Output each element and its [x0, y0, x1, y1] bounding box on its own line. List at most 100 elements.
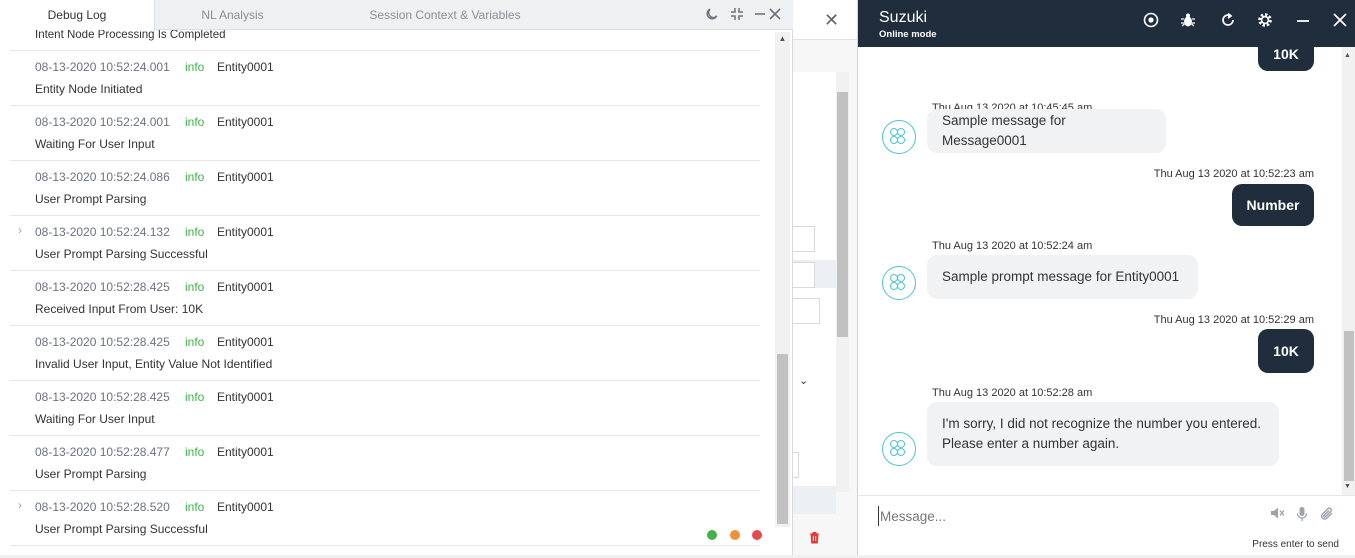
status-dot-green[interactable]: [707, 530, 717, 540]
log-timestamp: 08-13-2020 10:52:24.001: [35, 115, 170, 129]
speaker-mute-icon[interactable]: [1270, 506, 1285, 523]
bot-name: Suzuki: [879, 9, 928, 26]
avatar-dot: [897, 136, 905, 144]
log-message: User Prompt Parsing Successful: [35, 247, 208, 261]
log-node: Entity0001: [217, 335, 274, 349]
log-timestamp: 08-13-2020 10:52:28.425: [35, 335, 170, 349]
debug-scrollbar[interactable]: ▲: [775, 32, 790, 527]
log-message: Entity Node Initiated: [35, 82, 143, 96]
minimize-icon[interactable]: [1292, 12, 1314, 34]
chat-scroll-thumb[interactable]: [1344, 331, 1354, 481]
background-window-header: ✕: [793, 0, 857, 40]
chat-window: Suzuki Online mode 10K Thu Aug 13 2020 at…: [857, 0, 1355, 555]
bot-message-bubble: I'm sorry, I did not recognize the numbe…: [927, 402, 1279, 466]
log-level: info: [185, 390, 205, 404]
message-timestamp: Thu Aug 13 2020 at 10:52:24 am: [932, 240, 1093, 252]
scroll-down-icon[interactable]: ▼: [1344, 483, 1351, 490]
background-field[interactable]: [793, 262, 815, 288]
background-field[interactable]: [793, 226, 815, 252]
log-timestamp: 08-13-2020 10:52:28.520: [35, 500, 170, 514]
debug-scroll-thumb[interactable]: [777, 354, 788, 524]
debug-panel: Debug Log NL Analysis Session Context & …: [0, 0, 793, 555]
scroll-up-icon[interactable]: ▲: [775, 34, 790, 43]
status-dot-orange[interactable]: [730, 530, 740, 540]
attachment-icon[interactable]: [1319, 506, 1335, 525]
tab-session-context[interactable]: Session Context & Variables: [350, 0, 540, 30]
background-select[interactable]: [793, 298, 820, 324]
chat-scrollbar[interactable]: ▲ ▼: [1342, 47, 1355, 495]
log-message: User Prompt Parsing: [35, 192, 147, 206]
log-node: Entity0001: [217, 225, 274, 239]
log-timestamp: 08-13-2020 10:52:24.001: [35, 60, 170, 74]
collapse-icon[interactable]: [729, 7, 745, 23]
log-node: Entity0001: [217, 170, 274, 184]
bot-mode: Online mode: [879, 29, 937, 40]
status-dot-red[interactable]: [752, 530, 762, 540]
scroll-up-icon[interactable]: ▲: [1344, 52, 1351, 59]
chat-header: Suzuki Online mode: [858, 0, 1355, 47]
log-entry: 08-13-2020 10:52:24.086 info Entity0001 Use…: [10, 160, 760, 215]
log-timestamp: 08-13-2020 10:52:24.086: [35, 170, 170, 184]
refresh-icon[interactable]: [1217, 12, 1239, 34]
log-entry: 08-13-2020 10:52:28.425 info Entity0001 Inv…: [10, 325, 760, 380]
log-divider: [10, 545, 760, 546]
log-entry[interactable]: › 08-13-2020 10:52:24.132 info Entity0001 Us…: [10, 215, 760, 270]
message-input[interactable]: [878, 506, 1238, 526]
user-message-bubble: Number: [1232, 184, 1314, 226]
avatar-dot: [897, 128, 905, 136]
log-message: Received Input From User: 10K: [35, 302, 204, 316]
bot-avatar-icon: [882, 120, 916, 154]
log-entry: 08-13-2020 10:52:28.425 info Entity0001 Wai…: [10, 380, 760, 435]
log-timestamp: 08-13-2020 10:52:28.477: [35, 445, 170, 459]
tab-nl-analysis[interactable]: NL Analysis: [160, 0, 305, 30]
moon-icon[interactable]: [704, 7, 720, 23]
avatar-dot: [897, 282, 905, 290]
minimize-icon[interactable]: [752, 7, 768, 23]
log-entry: 08-13-2020 10:52:28.477 info Entity0001 Use…: [10, 435, 760, 490]
log-level: info: [185, 225, 205, 239]
log-timestamp: 08-13-2020 10:52:28.425: [35, 390, 170, 404]
chevron-right-icon[interactable]: ›: [18, 223, 22, 237]
log-level: info: [185, 60, 205, 74]
background-scroll-thumb[interactable]: [837, 92, 848, 337]
log-message: Intent Node Processing Is Completed: [35, 30, 226, 41]
tab-debug-log[interactable]: Debug Log: [0, 0, 155, 31]
log-message: Waiting For User Input: [35, 137, 155, 151]
background-section-bar: [793, 486, 836, 514]
close-icon[interactable]: [1329, 12, 1351, 34]
background-field[interactable]: [793, 452, 799, 478]
debug-tab-bar: Debug Log NL Analysis Session Context & …: [0, 0, 793, 31]
log-entry: 08-13-2020 10:52:24.001 info Entity0001 Ent…: [10, 50, 760, 105]
log-message: User Prompt Parsing Successful: [35, 522, 208, 536]
message-timestamp: Thu Aug 13 2020 at 10:52:29 am: [1153, 314, 1314, 326]
record-icon[interactable]: [1140, 12, 1162, 34]
log-entry[interactable]: › 08-13-2020 10:52:28.520 info Entity0001 Us…: [10, 490, 760, 545]
avatar-dot: [897, 448, 905, 456]
avatar-dot: [897, 274, 905, 282]
log-timestamp: 08-13-2020 10:52:24.132: [35, 225, 170, 239]
bot-message-bubble: Sample prompt message for Entity0001: [927, 255, 1198, 299]
user-message-bubble: 10K: [1258, 329, 1314, 373]
bug-icon[interactable]: [1177, 12, 1199, 34]
bot-avatar-icon: [882, 266, 916, 300]
avatar-dot: [897, 440, 905, 448]
trash-icon[interactable]: [809, 531, 820, 547]
log-entry: 08-13-2020 10:52:24.001 info Entity0001 Wai…: [10, 105, 760, 160]
close-icon[interactable]: ✕: [824, 10, 839, 31]
log-message: User Prompt Parsing: [35, 467, 147, 481]
log-timestamp: 08-13-2020 10:52:28.425: [35, 280, 170, 294]
message-timestamp: Thu Aug 13 2020 at 10:52:23 am: [1153, 168, 1314, 180]
log-node: Entity0001: [217, 500, 274, 514]
chat-messages: 10K Thu Aug 13 2020 at 10:45:45 am Sample …: [858, 47, 1342, 495]
microphone-icon[interactable]: [1296, 506, 1308, 525]
settings-icon[interactable]: [1254, 12, 1276, 34]
log-list: Intent Node Processing Is Completed 08-13…: [10, 30, 760, 550]
close-icon[interactable]: [767, 7, 783, 23]
bot-avatar-icon: [882, 432, 916, 466]
log-entry: 08-13-2020 10:52:28.425 info Entity0001 Rec…: [10, 270, 760, 325]
background-window: ✕ ⌄: [793, 0, 857, 555]
chevron-down-icon[interactable]: ⌄: [799, 374, 808, 387]
log-level: info: [185, 335, 205, 349]
background-scrollbar[interactable]: [836, 72, 849, 492]
chevron-right-icon[interactable]: ›: [18, 498, 22, 512]
